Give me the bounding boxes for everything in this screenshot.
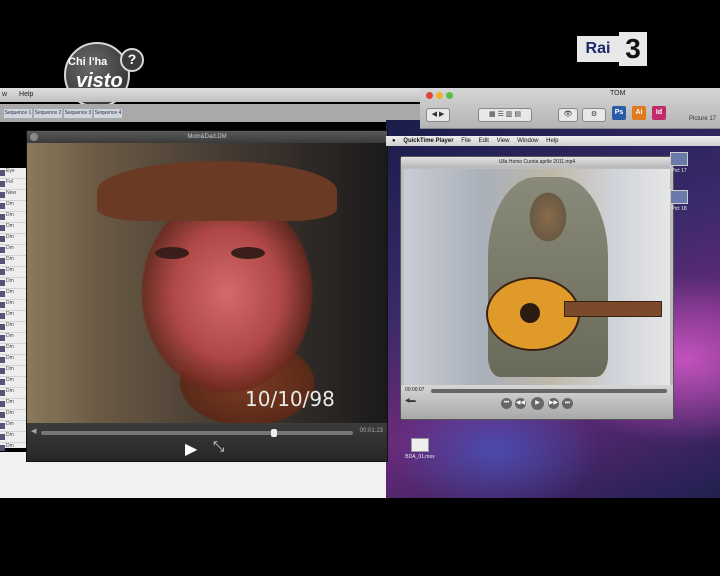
tab-sequence-4[interactable]: Sequence 4	[94, 109, 122, 118]
desktop-picture-label-2: Pict 18	[671, 206, 687, 212]
quicktime-window: Ulla Homo Cuoria aprile 2011.mp4 00:00:0…	[400, 156, 674, 420]
movie-playhead[interactable]	[271, 429, 277, 437]
illustrator-icon[interactable]: Ai	[632, 106, 646, 120]
list-item[interactable]: Dm	[0, 311, 26, 322]
play-icon[interactable]: ▶	[531, 397, 544, 410]
list-item[interactable]: Dm	[0, 377, 26, 388]
menu-edit[interactable]: Edit	[479, 138, 489, 144]
action-gear-icon[interactable]: ⚙	[582, 108, 606, 122]
finder-window: TOM ◀ ▶ ▦ ☰ ▥ ▤ 👁 ⚙ Ps Ai Id Picture 17	[420, 88, 720, 129]
list-item[interactable]: Dm	[0, 201, 26, 212]
video-frame[interactable]: 10/10/98	[27, 143, 387, 423]
list-item[interactable]: Dm	[0, 289, 26, 300]
question-mark-icon: ?	[120, 48, 144, 72]
list-item[interactable]: Dm	[0, 278, 26, 289]
fullscreen-icon[interactable]: ⤡	[213, 438, 224, 455]
indesign-icon[interactable]: Id	[652, 106, 666, 120]
rewind-icon[interactable]: ◀◀	[515, 398, 526, 409]
quicktime-video[interactable]	[404, 169, 670, 385]
channel-name: Rai	[577, 36, 619, 62]
minimize-button[interactable]	[436, 92, 443, 99]
picture-label: Picture 17	[688, 116, 716, 122]
rewind-start-icon[interactable]: ⏮	[501, 398, 512, 409]
desktop-file-icon[interactable]: BDA_01.mov	[400, 438, 440, 460]
list-item[interactable]: New	[0, 190, 26, 201]
close-icon[interactable]	[30, 133, 38, 141]
video-guitar-soundhole	[520, 303, 540, 323]
list-item[interactable]: Dm	[0, 432, 26, 443]
menu-file[interactable]: File	[461, 138, 471, 144]
list-item[interactable]: Dm	[0, 399, 26, 410]
list-item[interactable]: Dm	[0, 421, 26, 432]
play-icon[interactable]: ▶	[185, 439, 197, 459]
list-item[interactable]: Dm	[0, 410, 26, 421]
menu-view[interactable]: View	[497, 138, 510, 144]
quicktime-menubar: ● QuickTime Player File Edit View Window…	[386, 136, 720, 146]
channel-logo: Rai 3	[577, 30, 647, 68]
quicktime-scrubber[interactable]	[431, 389, 667, 393]
list-item[interactable]: Dm	[0, 256, 26, 267]
list-item[interactable]: Dm	[0, 388, 26, 399]
desktop-picture-icon-1[interactable]: Pict 17	[668, 152, 690, 174]
tab-sequence-3[interactable]: Sequence 3	[64, 109, 92, 118]
video-eye-left	[155, 247, 189, 259]
apple-menu-icon[interactable]: ●	[392, 138, 396, 144]
movie-file-icon	[411, 438, 429, 452]
list-item[interactable]: Dm	[0, 333, 26, 344]
skip-end-icon[interactable]: ⏭	[562, 398, 573, 409]
channel-number: 3	[619, 32, 647, 66]
tab-sequence-1[interactable]: Sequence 1	[4, 109, 32, 118]
image-file-icon	[670, 152, 688, 166]
list-item[interactable]: Dm	[0, 234, 26, 245]
menu-item-help[interactable]: Help	[19, 91, 33, 98]
quicktime-time: 00:00:07	[405, 387, 425, 393]
movie-titlebar: Mom&Dad.DM	[27, 131, 387, 143]
show-logo-line1: Chi l'ha	[68, 56, 108, 68]
list-item[interactable]: Fol	[0, 179, 26, 190]
zoom-button[interactable]	[446, 92, 453, 99]
view-mode-buttons[interactable]: ▦ ☰ ▥ ▤	[478, 108, 532, 122]
movie-timecode: 00:01:23	[359, 428, 383, 434]
close-button[interactable]	[426, 92, 433, 99]
quicktime-titlebar: Ulla Homo Cuoria aprile 2011.mp4	[401, 157, 673, 167]
desktop-file-label: BDA_01.mov	[405, 454, 435, 460]
back-forward-buttons[interactable]: ◀ ▶	[426, 108, 450, 122]
list-item[interactable]: Dm	[0, 366, 26, 377]
movie-window: Mom&Dad.DM 10/10/98 ◀ 00:01:23 ▶ ⤡	[26, 130, 388, 462]
list-item[interactable]: Dm	[0, 245, 26, 256]
menu-item-window[interactable]: w	[2, 91, 7, 98]
sequence-tabs: Sequence 1 Sequence 2 Sequence 3 Sequenc…	[0, 104, 420, 122]
quick-look-button[interactable]: 👁	[558, 108, 578, 122]
tab-sequence-2[interactable]: Sequence 2	[34, 109, 62, 118]
desktop-picture-icon-2[interactable]: Pict 18	[668, 190, 690, 212]
movie-title: Mom&Dad.DM	[187, 134, 227, 140]
list-item[interactable]: Dm	[0, 267, 26, 278]
video-eye-right	[231, 247, 265, 259]
list-item[interactable]: Eye	[0, 168, 26, 179]
left-menubar: w Help	[0, 88, 420, 102]
menu-help[interactable]: Help	[546, 138, 558, 144]
file-list: Eye Fol New Dm Dm Dm Dm Dm Dm Dm Dm Dm Dm Dm Dm Dm Dm Dm D…	[0, 168, 26, 465]
list-item[interactable]: Dm	[0, 322, 26, 333]
volume-icon[interactable]: ◀▬	[405, 397, 416, 404]
menu-quicktime[interactable]: QuickTime Player	[403, 138, 453, 144]
finder-title: TOM	[610, 90, 626, 97]
list-item[interactable]: Dm	[0, 344, 26, 355]
list-item[interactable]: Dm	[0, 223, 26, 234]
video-hair	[97, 161, 337, 221]
photoshop-icon[interactable]: Ps	[612, 106, 626, 120]
video-guitar-neck	[564, 301, 662, 317]
desktop-picture-label-1: Pict 17	[671, 168, 687, 174]
video-datestamp: 10/10/98	[245, 387, 335, 411]
quicktime-controls: 00:00:07 ◀▬ ⏮ ◀◀ ▶ ▶▶ ⏭	[401, 385, 673, 419]
image-file-icon	[670, 190, 688, 204]
movie-controls: ◀ 00:01:23 ▶ ⤡	[27, 423, 387, 461]
movie-scrubber[interactable]	[41, 431, 353, 435]
list-item[interactable]: Dm	[0, 212, 26, 223]
list-item[interactable]: Dm	[0, 300, 26, 311]
fast-forward-icon[interactable]: ▶▶	[548, 398, 559, 409]
menu-window[interactable]: Window	[517, 138, 538, 144]
volume-icon[interactable]: ◀	[31, 427, 36, 435]
list-item[interactable]: Dm	[0, 355, 26, 366]
